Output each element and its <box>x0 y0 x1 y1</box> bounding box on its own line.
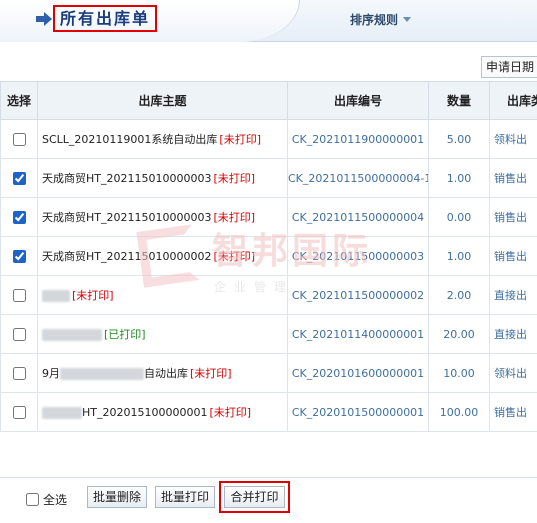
row-checkbox[interactable] <box>12 171 26 185</box>
print-status-badge: [未打印] <box>72 289 114 302</box>
outbound-order-table: 选择 出库主题 出库编号 数量 出库类 SCLL_20210119001系统自动… <box>0 81 537 432</box>
row-subject-cell[interactable]: [已打印] <box>37 314 288 354</box>
row-type-cell: 销售出 <box>489 392 537 432</box>
row-select-cell <box>0 119 38 159</box>
redacted-text <box>42 329 102 341</box>
table-row[interactable]: HT_202015100000001 [未打印] CK_20201015000000… <box>0 392 537 432</box>
row-subject-cell[interactable]: SCLL_20210119001系统自动出库 [未打印] <box>37 119 288 159</box>
print-status-badge: [未打印] <box>219 133 261 146</box>
row-qty-cell: 1.00 <box>428 236 490 276</box>
column-header-subject[interactable]: 出库主题 <box>37 81 288 120</box>
row-code-cell[interactable]: CK_2021011500000002 <box>287 275 429 315</box>
row-subject-text: HT_202015100000001 <box>82 406 208 419</box>
row-checkbox[interactable] <box>12 132 26 146</box>
table-row[interactable]: [已打印] CK_2021011400000001 20.00 直接出 <box>0 314 537 354</box>
row-code-cell[interactable]: CK_2021011900000001 <box>287 119 429 159</box>
sort-field-button[interactable]: 申请日期 <box>481 56 537 78</box>
row-select-cell <box>0 197 38 237</box>
row-subject-cell[interactable]: [未打印] <box>37 275 288 315</box>
row-subject-text: 9月 <box>42 367 60 380</box>
print-status-badge: [已打印] <box>104 328 146 341</box>
row-subject-cell[interactable]: 9月 自动出库 [未打印] <box>37 353 288 393</box>
sort-rule-label: 排序规则 <box>350 13 399 27</box>
print-status-badge: [未打印] <box>213 250 256 263</box>
row-type-cell: 领料出 <box>489 119 537 159</box>
print-status-badge: [未打印] <box>213 172 256 185</box>
column-header-type[interactable]: 出库类 <box>489 81 537 120</box>
row-checkbox[interactable] <box>12 327 26 341</box>
row-select-cell <box>0 275 38 315</box>
row-code-cell[interactable]: CK_2021011400000001 <box>287 314 429 354</box>
row-subject-cell[interactable]: 天成商贸HT_202115010000002 [未打印] <box>37 236 288 276</box>
sort-rule-dropdown[interactable]: 排序规则 <box>350 11 412 28</box>
redacted-text <box>60 368 144 380</box>
row-subject-cell[interactable]: 天成商贸HT_202115010000003 [未打印] <box>37 197 288 237</box>
table-row[interactable]: 9月 自动出库 [未打印] CK_2020101600000001 10.00 领料出 <box>0 353 537 393</box>
row-type-cell: 直接出 <box>489 314 537 354</box>
caret-down-icon <box>403 17 412 22</box>
merge-print-button[interactable]: 合并打印 <box>224 486 285 508</box>
row-code-cell[interactable]: CK_2021011500000004-1 <box>287 158 429 198</box>
table-row[interactable]: 天成商贸HT_202115010000002 [未打印] CK_2021011500… <box>0 236 537 276</box>
row-subject-text: SCLL_20210119001系统自动出库 <box>42 133 218 146</box>
print-status-badge: [未打印] <box>213 211 256 224</box>
select-all[interactable]: 全选 <box>26 491 67 508</box>
row-code-cell[interactable]: CK_2021011500000004 <box>287 197 429 237</box>
row-select-cell <box>0 158 38 198</box>
redacted-text <box>42 407 82 419</box>
row-qty-cell: 5.00 <box>428 119 490 159</box>
row-checkbox[interactable] <box>12 405 26 419</box>
column-header-qty[interactable]: 数量 <box>428 81 490 120</box>
row-qty-cell: 0.00 <box>428 197 490 237</box>
table-row[interactable]: [未打印] CK_2021011500000002 2.00 直接出 <box>0 275 537 315</box>
row-qty-cell: 1.00 <box>428 158 490 198</box>
page-title: 所有出库单 <box>53 5 158 32</box>
print-status-badge: [未打印] <box>209 406 252 419</box>
row-subject-cell[interactable]: 天成商贸HT_202115010000003 [未打印] <box>37 158 288 198</box>
row-checkbox[interactable] <box>12 366 26 380</box>
batch-delete-button[interactable]: 批量删除 <box>87 486 147 508</box>
row-code-cell[interactable]: CK_2020101500000001 <box>287 392 429 432</box>
row-select-cell <box>0 314 38 354</box>
column-header-select: 选择 <box>0 81 38 120</box>
row-code-cell[interactable]: CK_2020101600000001 <box>287 353 429 393</box>
row-subject-suffix: 自动出库 <box>144 367 188 380</box>
column-header-code[interactable]: 出库编号 <box>287 81 429 120</box>
row-qty-cell: 2.00 <box>428 275 490 315</box>
select-all-checkbox[interactable] <box>26 493 39 506</box>
row-subject-cell[interactable]: HT_202015100000001 [未打印] <box>37 392 288 432</box>
table-row[interactable]: SCLL_20210119001系统自动出库 [未打印] CK_2021011900… <box>0 119 537 159</box>
print-status-badge: [未打印] <box>190 367 232 380</box>
batch-print-button[interactable]: 批量打印 <box>155 486 215 508</box>
table-row[interactable]: 天成商贸HT_202115010000003 [未打印] CK_2021011500… <box>0 158 537 198</box>
row-type-cell: 销售出 <box>489 158 537 198</box>
row-qty-cell: 100.00 <box>428 392 490 432</box>
row-select-cell <box>0 392 38 432</box>
arrow-right-icon <box>36 12 52 26</box>
row-type-cell: 销售出 <box>489 197 537 237</box>
table-header-row: 选择 出库主题 出库编号 数量 出库类 <box>0 81 537 120</box>
row-select-cell <box>0 353 38 393</box>
select-all-label: 全选 <box>43 493 68 507</box>
table-row[interactable]: 天成商贸HT_202115010000003 [未打印] CK_2021011500… <box>0 197 537 237</box>
row-checkbox[interactable] <box>12 288 26 302</box>
row-checkbox[interactable] <box>12 210 26 224</box>
row-qty-cell: 10.00 <box>428 353 490 393</box>
row-subject-text: 天成商贸HT_202115010000003 <box>42 172 212 185</box>
row-type-cell: 领料出 <box>489 353 537 393</box>
row-type-cell: 销售出 <box>489 236 537 276</box>
row-qty-cell: 20.00 <box>428 314 490 354</box>
row-select-cell <box>0 236 38 276</box>
row-code-cell[interactable]: CK_2021011500000003 <box>287 236 429 276</box>
row-type-cell: 直接出 <box>489 275 537 315</box>
redacted-text <box>42 290 70 302</box>
row-checkbox[interactable] <box>12 249 26 263</box>
row-subject-text: 天成商贸HT_202115010000003 <box>42 211 212 224</box>
row-subject-text: 天成商贸HT_202115010000002 <box>42 250 212 263</box>
